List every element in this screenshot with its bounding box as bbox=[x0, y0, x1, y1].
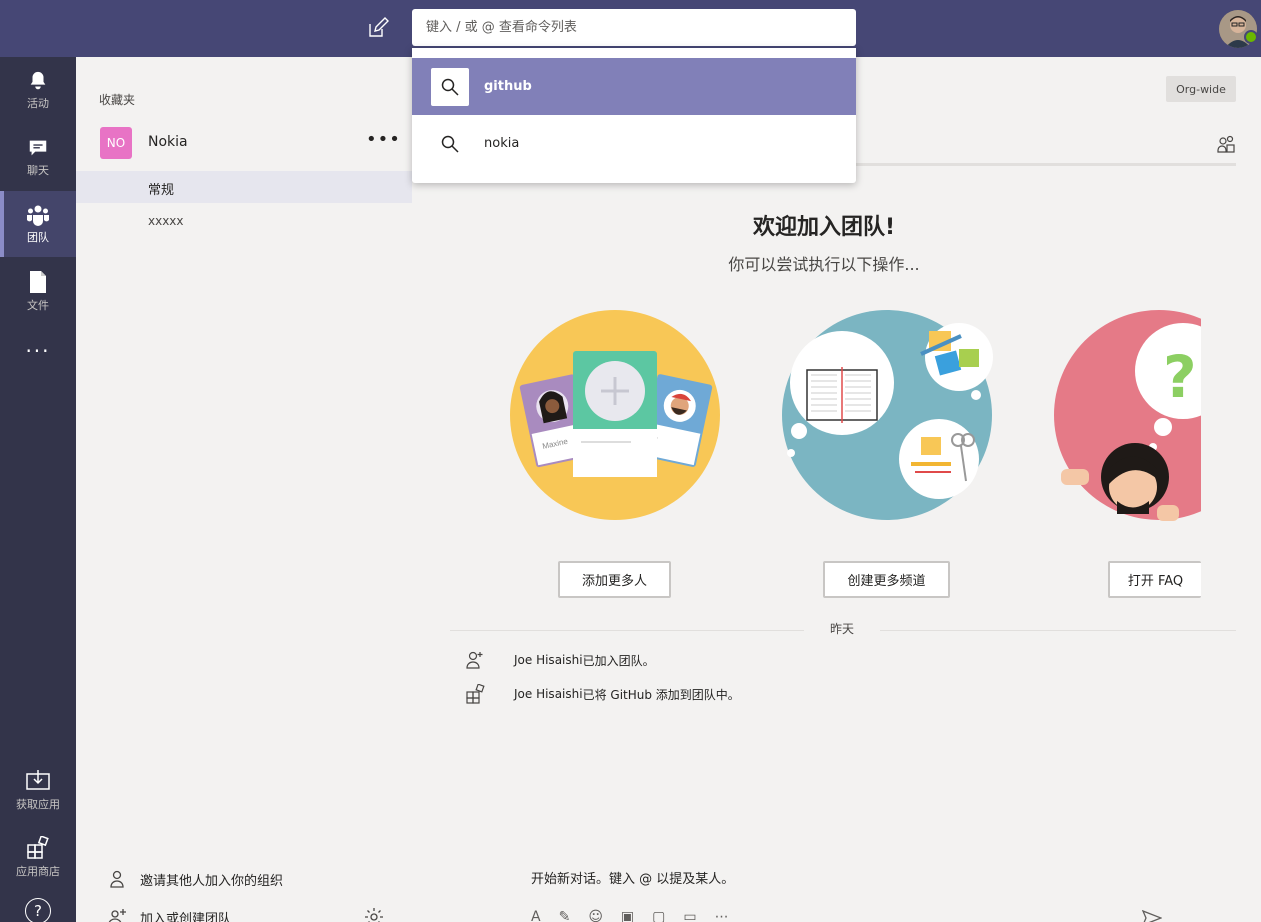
rail-label: 聊天 bbox=[27, 163, 49, 177]
new-chat-button[interactable] bbox=[366, 16, 390, 40]
suggestion-label: github bbox=[484, 79, 532, 94]
download-icon bbox=[26, 769, 50, 790]
more-options-icon[interactable]: ⋯ bbox=[715, 909, 729, 922]
rail-item-chat[interactable]: 聊天 bbox=[0, 124, 76, 190]
team-more-options-button[interactable]: ••• bbox=[366, 129, 401, 150]
add-people-illustration: Maxine ky bbox=[509, 309, 721, 521]
svg-text:?: ? bbox=[1163, 343, 1197, 411]
channel-label: 常规 bbox=[148, 183, 175, 198]
team-members-button[interactable] bbox=[1216, 134, 1236, 158]
person-added-icon bbox=[466, 651, 483, 669]
team-members-icon bbox=[1217, 135, 1235, 153]
format-icon[interactable]: A bbox=[531, 909, 541, 922]
send-icon[interactable] bbox=[1142, 910, 1162, 922]
activity-text: 已将 GitHub 添加到团队中。 bbox=[582, 687, 740, 702]
activity-item: Joe Hisaishi 已将 GitHub 添加到团队中。 bbox=[464, 684, 740, 704]
team-avatar: NO bbox=[100, 127, 132, 159]
welcome-title: 欢迎加入团队! bbox=[752, 215, 896, 240]
emoji-icon[interactable]: ☺ bbox=[588, 909, 603, 922]
new-conversation-input[interactable]: 开始新对话。键入 @ 以提及某人。 bbox=[531, 868, 734, 887]
rail-item-teams[interactable]: 团队 bbox=[0, 191, 76, 257]
suggestion-label: nokia bbox=[484, 136, 520, 151]
app-added-icon bbox=[466, 684, 485, 704]
help-icon: ? bbox=[25, 898, 51, 922]
rail-label: 活动 bbox=[27, 96, 49, 110]
channel-item-xxxxx[interactable]: xxxxx bbox=[76, 206, 412, 238]
date-divider-label: 昨天 bbox=[804, 620, 881, 637]
question-person-icon: ? bbox=[1054, 310, 1201, 521]
command-search-box[interactable] bbox=[412, 9, 856, 46]
teams-sidebar: 收藏夹 NO Nokia ••• 常规 xxxxx 邀请其他人加入你的组织 加入… bbox=[76, 57, 412, 922]
add-team-icon bbox=[108, 909, 126, 922]
suggestion-item-github[interactable]: github bbox=[412, 58, 856, 115]
team-name: Nokia bbox=[148, 134, 188, 150]
search-icon bbox=[431, 125, 469, 163]
rail-label: 文件 bbox=[27, 298, 49, 312]
channel-label: xxxxx bbox=[148, 214, 184, 228]
sticker-icon[interactable]: ▢ bbox=[652, 909, 665, 922]
rail-item-files[interactable]: 文件 bbox=[0, 258, 76, 324]
compose-toolbar: A ✎ ☺ ▣ ▢ ▭ ⋯ bbox=[531, 909, 729, 922]
faq-illustration: ? bbox=[1053, 309, 1201, 521]
create-channels-illustration bbox=[781, 309, 993, 521]
chat-icon bbox=[29, 140, 47, 155]
suggestion-item-nokia[interactable]: nokia bbox=[412, 115, 856, 172]
invite-person-icon bbox=[110, 870, 124, 888]
welcome-subtitle: 你可以尝试执行以下操作... bbox=[728, 255, 920, 274]
rail-item-more[interactable]: ... bbox=[0, 325, 76, 365]
favorites-label: 收藏夹 bbox=[99, 93, 136, 107]
activity-item: Joe Hisaishi 已加入团队。 bbox=[464, 650, 655, 670]
attach-icon[interactable]: ✎ bbox=[559, 909, 571, 922]
activity-user: Joe Hisaishi bbox=[514, 653, 583, 667]
org-wide-badge: Org-wide bbox=[1166, 76, 1236, 102]
gif-icon[interactable]: ▣ bbox=[621, 909, 634, 922]
meet-icon[interactable]: ▭ bbox=[683, 909, 696, 922]
invite-people-link[interactable]: 邀请其他人加入你的组织 bbox=[108, 869, 283, 889]
activity-text: 已加入团队。 bbox=[582, 653, 655, 668]
team-item-nokia[interactable]: NO Nokia ••• bbox=[76, 123, 412, 163]
bell-icon bbox=[30, 71, 46, 89]
create-channels-button[interactable]: 创建更多频道 bbox=[823, 561, 950, 598]
activity-user: Joe Hisaishi bbox=[514, 687, 583, 701]
open-faq-button[interactable]: 打开 FAQ bbox=[1108, 561, 1201, 598]
rail-item-get-apps[interactable]: 获取应用 bbox=[0, 757, 76, 823]
gear-icon[interactable] bbox=[364, 907, 384, 922]
app-bar: 活动 聊天 团队 文件 ... 获取应用 应用商店 ? bbox=[0, 57, 76, 922]
rail-item-help[interactable]: ? bbox=[0, 891, 76, 922]
join-create-team-link[interactable]: 加入或创建团队 bbox=[108, 907, 398, 922]
file-icon bbox=[30, 270, 46, 293]
channel-item-general[interactable]: 常规 bbox=[76, 171, 412, 203]
teams-icon bbox=[27, 205, 49, 226]
notebook-icon bbox=[782, 310, 993, 520]
search-suggestions-dropdown: github nokia bbox=[412, 48, 856, 183]
add-people-button[interactable]: 添加更多人 bbox=[558, 561, 671, 598]
search-icon bbox=[431, 67, 469, 106]
store-icon bbox=[27, 835, 49, 859]
channel-main: Org-wide 欢迎加入团队! 你可以尝试执行以下操作... Maxine ?… bbox=[412, 57, 1261, 922]
rail-label: 应用商店 bbox=[16, 864, 60, 878]
rail-item-activity[interactable]: 活动 bbox=[0, 57, 76, 123]
rail-label: 团队 bbox=[27, 230, 49, 244]
people-cards-icon: Maxine ky bbox=[510, 310, 720, 520]
more-icon: ... bbox=[25, 333, 51, 357]
presence-available-icon bbox=[1244, 30, 1258, 44]
rail-label: 获取应用 bbox=[16, 797, 60, 811]
compose-icon bbox=[369, 17, 389, 37]
rail-item-store[interactable]: 应用商店 bbox=[0, 824, 76, 890]
search-input[interactable] bbox=[412, 9, 856, 46]
